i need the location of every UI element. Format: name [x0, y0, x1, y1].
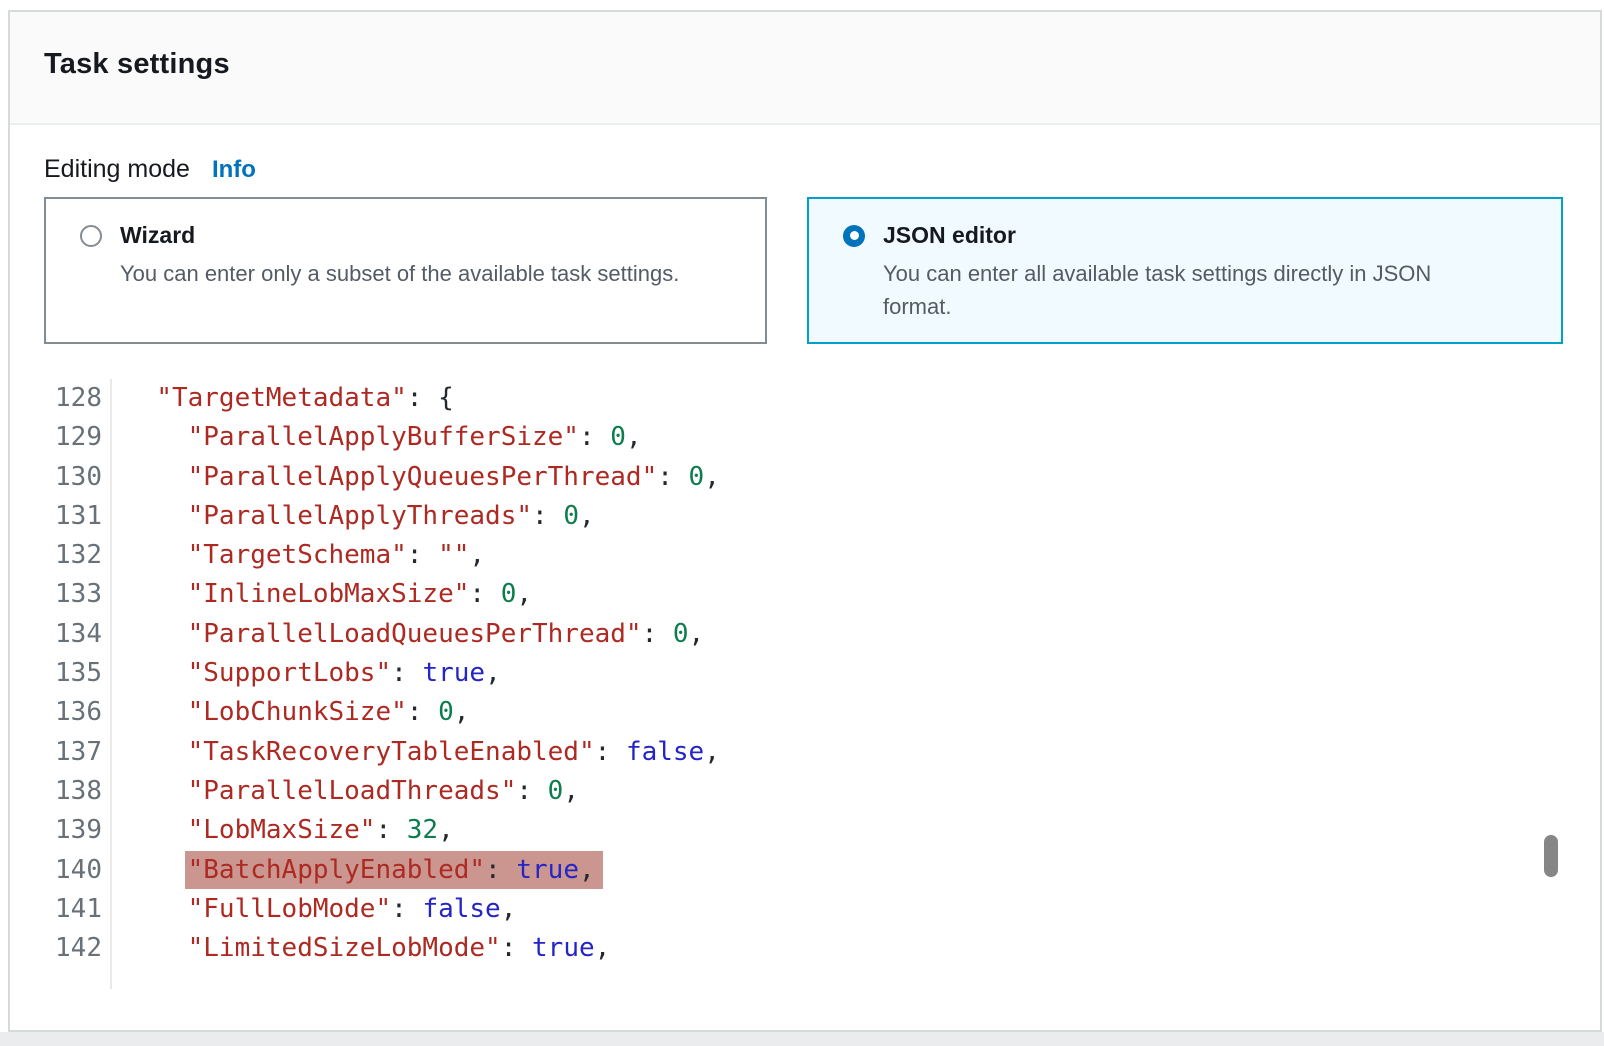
radio-selected-icon[interactable] [843, 225, 865, 247]
json-editor-lines: 128 "TargetMetadata": {129 "ParallelAppl… [10, 379, 1600, 968]
vertical-scrollbar-thumb[interactable] [1544, 835, 1558, 877]
line-number: 139 [10, 811, 102, 850]
json-editor-card-description: You can enter all available task setting… [883, 257, 1498, 323]
code-text: "LobChunkSize": 0, [125, 693, 469, 732]
code-line[interactable]: 135 "SupportLobs": true, [10, 654, 1600, 693]
code-text: "LimitedSizeLobMode": true, [125, 929, 610, 968]
code-text: "TargetSchema": "", [125, 536, 485, 575]
page-bottom-strip [0, 1032, 1604, 1046]
code-text: "FullLobMode": false, [125, 890, 516, 929]
task-settings-page: Task settings Editing mode Info Wizard Y… [0, 0, 1604, 1046]
highlighted-code: "BatchApplyEnabled": true, [185, 851, 603, 889]
line-number: 140 [10, 851, 102, 890]
editing-mode-label: Editing mode [44, 155, 190, 184]
line-number: 129 [10, 418, 102, 457]
code-line[interactable]: 133 "InlineLobMaxSize": 0, [10, 575, 1600, 614]
editing-mode-cards: Wizard You can enter only a subset of th… [44, 197, 1600, 344]
panel-body: Editing mode Info Wizard You can enter o… [10, 125, 1600, 1019]
info-link[interactable]: Info [212, 156, 256, 184]
code-line[interactable]: 137 "TaskRecoveryTableEnabled": false, [10, 733, 1600, 772]
code-line[interactable]: 128 "TargetMetadata": { [10, 379, 1600, 418]
code-text: "ParallelApplyThreads": 0, [125, 497, 595, 536]
code-line[interactable]: 136 "LobChunkSize": 0, [10, 693, 1600, 732]
code-line[interactable]: 142 "LimitedSizeLobMode": true, [10, 929, 1600, 968]
task-settings-panel: Task settings Editing mode Info Wizard Y… [8, 10, 1602, 1032]
panel-header: Task settings [10, 12, 1600, 125]
line-number: 131 [10, 497, 102, 536]
line-number: 141 [10, 890, 102, 929]
line-number: 142 [10, 929, 102, 968]
code-text: "BatchApplyEnabled": true, [125, 851, 603, 890]
line-number: 136 [10, 693, 102, 732]
line-number: 137 [10, 733, 102, 772]
json-code-editor[interactable]: 128 "TargetMetadata": {129 "ParallelAppl… [10, 379, 1600, 1019]
code-text: "TargetMetadata": { [125, 379, 454, 418]
gutter-separator [110, 379, 112, 989]
line-number: 138 [10, 772, 102, 811]
code-line[interactable]: 140 "BatchApplyEnabled": true, [10, 851, 1600, 890]
editing-mode-row: Editing mode Info [44, 155, 1600, 184]
code-text: "InlineLobMaxSize": 0, [125, 575, 532, 614]
code-line[interactable]: 132 "TargetSchema": "", [10, 536, 1600, 575]
code-text: "ParallelApplyQueuesPerThread": 0, [125, 458, 720, 497]
radio-unselected-icon[interactable] [80, 225, 102, 247]
code-text: "LobMaxSize": 32, [125, 811, 454, 850]
line-number: 132 [10, 536, 102, 575]
code-text: "ParallelApplyBufferSize": 0, [125, 418, 642, 457]
line-number: 128 [10, 379, 102, 418]
code-line[interactable]: 129 "ParallelApplyBufferSize": 0, [10, 418, 1600, 457]
line-number: 133 [10, 575, 102, 614]
json-editor-card-title: JSON editor [883, 222, 1016, 249]
line-number: 135 [10, 654, 102, 693]
wizard-card-title-row: Wizard [80, 222, 741, 249]
line-number: 130 [10, 458, 102, 497]
wizard-card[interactable]: Wizard You can enter only a subset of th… [44, 197, 767, 344]
code-text: "SupportLobs": true, [125, 654, 501, 693]
line-number: 134 [10, 615, 102, 654]
json-editor-card-title-row: JSON editor [843, 222, 1537, 249]
code-line[interactable]: 134 "ParallelLoadQueuesPerThread": 0, [10, 615, 1600, 654]
wizard-card-title: Wizard [120, 222, 195, 249]
code-line[interactable]: 141 "FullLobMode": false, [10, 890, 1600, 929]
json-editor-card[interactable]: JSON editor You can enter all available … [807, 197, 1563, 344]
code-text: "TaskRecoveryTableEnabled": false, [125, 733, 720, 772]
code-text: "ParallelLoadQueuesPerThread": 0, [125, 615, 704, 654]
code-text: "ParallelLoadThreads": 0, [125, 772, 579, 811]
code-line[interactable]: 138 "ParallelLoadThreads": 0, [10, 772, 1600, 811]
wizard-card-description: You can enter only a subset of the avail… [120, 257, 735, 290]
code-line[interactable]: 139 "LobMaxSize": 32, [10, 811, 1600, 850]
code-line[interactable]: 131 "ParallelApplyThreads": 0, [10, 497, 1600, 536]
code-line[interactable]: 130 "ParallelApplyQueuesPerThread": 0, [10, 458, 1600, 497]
page-title: Task settings [44, 48, 1600, 81]
